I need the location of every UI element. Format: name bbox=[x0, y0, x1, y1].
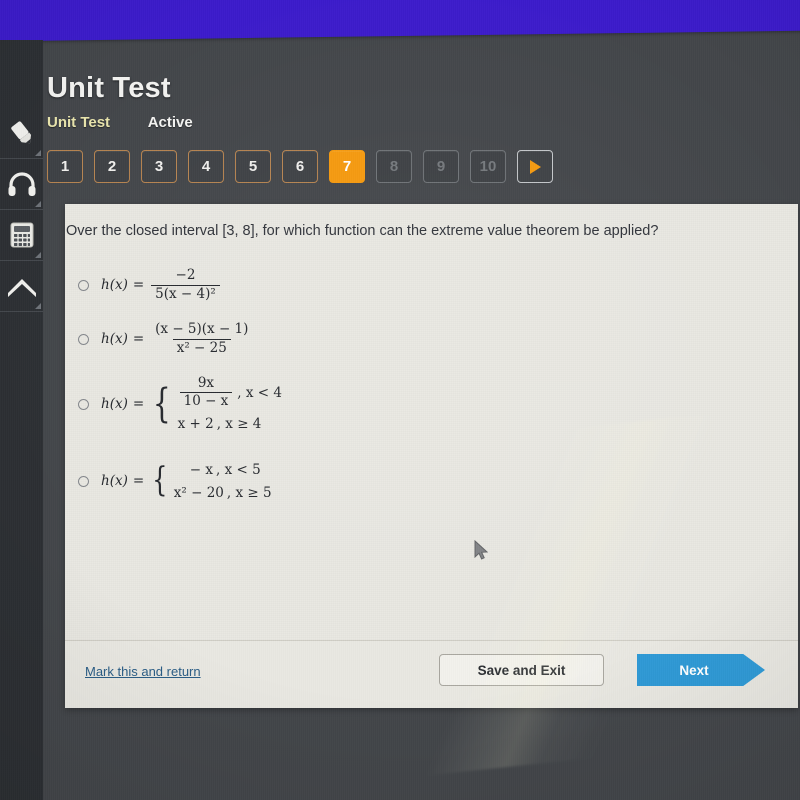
piecewise-c: { 9x 10 − x , x < 4 x + 2 , x ≥ 4 bbox=[149, 375, 282, 432]
mark-this-and-return-link[interactable]: Mark this and return bbox=[85, 664, 201, 679]
page-button-3[interactable]: 3 bbox=[141, 150, 177, 183]
brace-icon-c: { bbox=[152, 380, 171, 427]
fraction-a: −2 5(x − 4)² bbox=[151, 268, 220, 301]
piecewise-row-d-1: − x , x < 5 bbox=[174, 462, 272, 478]
brace-icon-d: { bbox=[152, 460, 168, 501]
triangle-right-icon bbox=[529, 159, 541, 174]
fraction-denominator-b: x² − 25 bbox=[172, 338, 231, 356]
breadcrumb: Unit Test Active bbox=[47, 114, 193, 131]
tool-corner-marker bbox=[35, 201, 41, 207]
function-label-d: h(x) bbox=[101, 473, 128, 490]
save-and-exit-button[interactable]: Save and Exit bbox=[439, 654, 604, 686]
fraction-numerator-b: (x − 5)(x − 1) bbox=[155, 321, 249, 338]
radio-button-b[interactable] bbox=[78, 333, 89, 345]
answer-choice-b[interactable]: h(x) = (x − 5)(x − 1) x² − 25 bbox=[78, 322, 678, 356]
tool-corner-marker bbox=[35, 303, 41, 309]
function-label-b: h(x) bbox=[101, 331, 128, 347]
piecewise-rows-c: 9x 10 − x , x < 4 x + 2 , x ≥ 4 bbox=[178, 375, 282, 432]
fraction-numerator-a: −2 bbox=[175, 267, 196, 284]
fraction-numerator-c: 9x bbox=[197, 375, 215, 391]
piecewise-row-c-1: 9x 10 − x , x < 4 bbox=[178, 375, 282, 409]
equals-sign-b: = bbox=[132, 331, 145, 347]
piecewise-condition-c-1: , x < 4 bbox=[237, 384, 282, 401]
answer-expression-b: h(x) = (x − 5)(x − 1) x² − 25 bbox=[101, 322, 254, 355]
answer-choice-d[interactable]: h(x) = { − x , x < 5 x² − 20 , x ≥ 5 bbox=[78, 458, 678, 504]
piecewise-expression-d-2: x² − 20 bbox=[173, 484, 224, 501]
page-button-10: 10 bbox=[470, 150, 506, 183]
radio-button-d[interactable] bbox=[78, 475, 89, 487]
piecewise-d: { − x , x < 5 x² − 20 , x ≥ 5 bbox=[149, 462, 271, 501]
radio-button-a[interactable] bbox=[78, 279, 89, 291]
next-page-button[interactable] bbox=[517, 150, 553, 183]
page-button-6[interactable]: 6 bbox=[282, 150, 318, 183]
equals-sign-c: = bbox=[132, 396, 145, 413]
piecewise-condition-d-2: , x ≥ 5 bbox=[226, 484, 272, 501]
arrow-up-icon[interactable] bbox=[0, 261, 43, 312]
question-pagination: 1 2 3 4 5 6 7 8 9 10 bbox=[47, 150, 553, 183]
browser-top-bar bbox=[0, 0, 800, 42]
breadcrumb-unit-test[interactable]: Unit Test bbox=[47, 114, 110, 131]
answer-choice-a[interactable]: h(x) = −2 5(x − 4)² bbox=[78, 268, 678, 302]
answer-choice-c[interactable]: h(x) = { 9x 10 − x , x < 4 x + 2 , x ≥ 4 bbox=[78, 375, 678, 432]
page-title: Unit Test bbox=[47, 72, 171, 104]
page-button-4[interactable]: 4 bbox=[188, 150, 224, 183]
question-text: Over the closed interval [3, 8], for whi… bbox=[66, 223, 659, 239]
breadcrumb-status: Active bbox=[147, 114, 193, 131]
question-footer: Mark this and return Save and Exit Next bbox=[65, 640, 798, 708]
highlighter-icon[interactable] bbox=[0, 108, 43, 159]
page-button-2[interactable]: 2 bbox=[94, 150, 130, 183]
page-button-5[interactable]: 5 bbox=[235, 150, 271, 183]
radio-button-c[interactable] bbox=[78, 398, 89, 410]
fraction-b: (x − 5)(x − 1) x² − 25 bbox=[151, 322, 252, 355]
answer-expression-a: h(x) = −2 5(x − 4)² bbox=[101, 268, 222, 301]
answer-expression-d: h(x) = { − x , x < 5 x² − 20 , x ≥ 5 bbox=[101, 462, 272, 501]
piecewise-row-d-2: x² − 20 , x ≥ 5 bbox=[174, 485, 272, 501]
headphones-icon[interactable] bbox=[0, 159, 43, 210]
next-button[interactable]: Next bbox=[637, 654, 765, 686]
answer-choice-list: h(x) = −2 5(x − 4)² h(x) = (x − 5)(x − 1… bbox=[78, 268, 678, 524]
fraction-c: 9x 10 − x bbox=[179, 375, 233, 409]
page-button-7[interactable]: 7 bbox=[329, 150, 365, 183]
tool-corner-marker bbox=[35, 252, 41, 258]
tool-corner-marker bbox=[35, 150, 41, 156]
test-screen: Unit Test Unit Test Active 1 2 3 4 5 6 7… bbox=[0, 0, 800, 800]
page-button-8: 8 bbox=[376, 150, 412, 183]
piecewise-rows-d: − x , x < 5 x² − 20 , x ≥ 5 bbox=[174, 462, 272, 501]
fraction-denominator-a: 5(x − 4)² bbox=[151, 284, 220, 302]
piecewise-expression-d-1: − x bbox=[189, 461, 214, 478]
piecewise-row-c-2: x + 2 , x ≥ 4 bbox=[178, 416, 282, 432]
piecewise-condition-c-2: , x ≥ 4 bbox=[216, 416, 262, 433]
fraction-denominator-c: 10 − x bbox=[179, 392, 233, 409]
piecewise-expression-c-2: x + 2 bbox=[177, 416, 214, 433]
page-button-9: 9 bbox=[423, 150, 459, 183]
function-label-c: h(x) bbox=[101, 396, 128, 413]
equals-sign-a: = bbox=[132, 277, 145, 293]
piecewise-condition-d-1: , x < 5 bbox=[216, 461, 261, 478]
answer-expression-c: h(x) = { 9x 10 − x , x < 4 x + 2 , x ≥ 4 bbox=[101, 375, 282, 432]
function-label-a: h(x) bbox=[101, 277, 128, 293]
equals-sign-d: = bbox=[132, 473, 145, 490]
page-button-1[interactable]: 1 bbox=[47, 150, 83, 183]
tool-rail bbox=[0, 40, 43, 800]
calculator-icon[interactable] bbox=[0, 210, 43, 261]
